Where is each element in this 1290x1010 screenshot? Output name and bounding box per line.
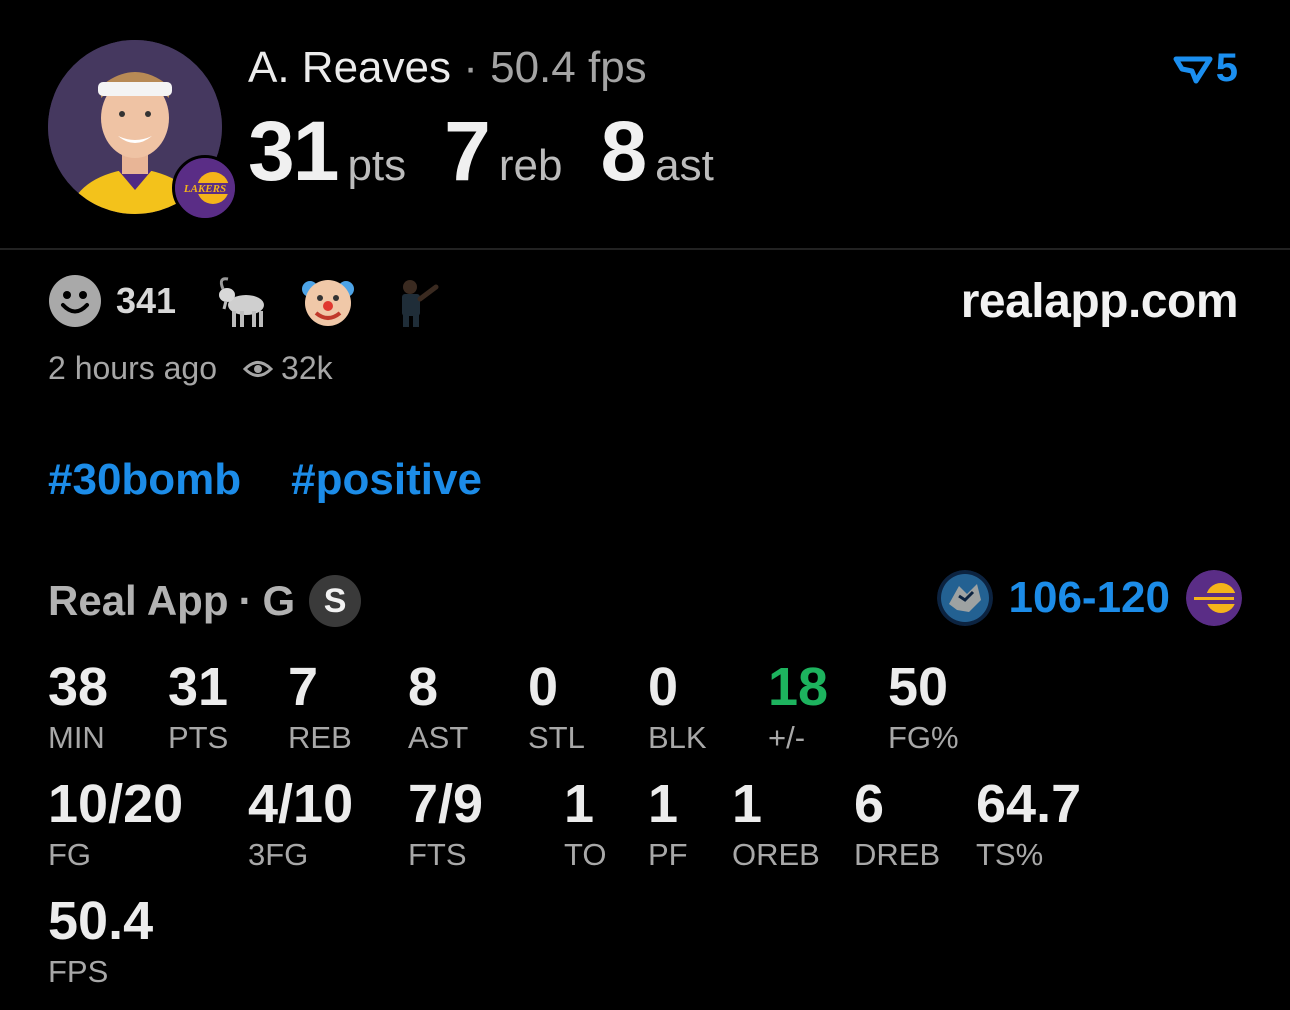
hashtag-list: #30bomb #positive — [48, 455, 532, 505]
assists-value: 8 — [600, 104, 647, 198]
stat-value: 6 — [854, 774, 885, 834]
stat-value: 7 — [288, 657, 319, 717]
site-watermark: realapp.com — [960, 275, 1239, 328]
stat-fg-pct: 50 FG% — [888, 658, 959, 756]
player-position: G — [262, 577, 296, 624]
stat-value: 0 — [528, 657, 559, 717]
stat-value: 38 — [48, 657, 109, 717]
header-divider — [0, 248, 1290, 250]
stat-stl: 0 STL — [528, 658, 585, 756]
clown-face-icon — [302, 280, 355, 326]
stat-value: 50 — [888, 657, 949, 717]
stat-ts-pct: 64.7 TS% — [976, 775, 1081, 873]
stat-ast: 8 AST — [408, 658, 468, 756]
stat-value: 1 — [564, 774, 595, 834]
stat-value: 8 — [408, 657, 439, 717]
stat-label: FG — [48, 837, 92, 872]
stat-value: 1 — [732, 774, 763, 834]
points-value: 31 — [248, 104, 339, 198]
stat-value: 64.7 — [976, 774, 1082, 834]
upvote-flag-icon — [1173, 56, 1213, 83]
player-name-line[interactable]: A. Reaves · 50.4 fps — [248, 42, 647, 94]
lakers-logo-text: LAKERS — [183, 183, 226, 195]
stat-label: OREB — [732, 837, 820, 872]
stat-label: PF — [648, 837, 688, 872]
final-score: 106-120 — [1009, 573, 1171, 623]
view-count: 32k — [281, 350, 333, 386]
stat-oreb: 1 OREB — [732, 775, 820, 873]
stat-value: 50.4 — [48, 891, 154, 951]
clown-emoji[interactable] — [298, 274, 358, 328]
stat-value: 31 — [168, 657, 229, 717]
stat-3fg: 4/10 3FG — [248, 775, 353, 873]
stat-value: 7/9 — [408, 774, 484, 834]
goat-icon — [219, 277, 265, 327]
stat-min: 38 MIN — [48, 658, 108, 756]
vote-count: 5 — [1215, 46, 1238, 90]
stat-reb: 7 REB — [288, 658, 352, 756]
stat-pf: 1 PF — [648, 775, 688, 873]
starter-badge: S — [309, 575, 362, 627]
points-unit: pts — [347, 141, 407, 190]
vote-button[interactable]: 5 — [1172, 46, 1238, 91]
stat-label: +/- — [768, 720, 806, 755]
hashtag-link[interactable]: #positive — [291, 455, 482, 505]
stat-label: REB — [288, 720, 352, 755]
stat-label: MIN — [48, 720, 105, 755]
stat-value: 4/10 — [248, 774, 354, 834]
stat-blk: 0 BLK — [648, 658, 707, 756]
game-source-line: Real App · G S — [48, 575, 362, 627]
stat-label: TS% — [976, 837, 1044, 872]
stat-label: AST — [408, 720, 469, 755]
stat-dreb: 6 DREB — [854, 775, 940, 873]
stat-label: STL — [528, 720, 585, 755]
score-dash: - — [1081, 573, 1097, 622]
stat-fg: 10/20 FG — [48, 775, 183, 873]
smiley-reaction-icon[interactable] — [48, 274, 102, 328]
rebounds-value: 7 — [444, 104, 491, 198]
hashtag-link[interactable]: #30bomb — [48, 455, 241, 505]
game-score[interactable]: 106-120 — [936, 570, 1242, 626]
eye-icon — [243, 360, 274, 377]
post-meta: 2 hours ago 32k — [48, 350, 333, 387]
stat-label: TO — [564, 837, 607, 872]
stat-label: FTS — [408, 837, 467, 872]
reactions-bar: 341 — [48, 274, 470, 328]
stat-label: 3FG — [248, 837, 309, 872]
home-score: 120 — [1096, 573, 1170, 622]
stat-plus-minus: 18 +/- — [768, 658, 828, 756]
player-celebration-sticker — [402, 280, 439, 327]
stat-label: FPS — [48, 954, 109, 989]
away-score: 106 — [1008, 573, 1082, 622]
stat-value: 18 — [768, 657, 829, 717]
assists-unit: ast — [655, 141, 714, 190]
player-sticker[interactable] — [384, 274, 444, 328]
stat-label: DREB — [854, 837, 941, 872]
goat-emoji[interactable] — [212, 274, 272, 328]
stat-label: FG% — [888, 720, 959, 755]
stat-value: 10/20 — [48, 774, 184, 834]
name-separator: · — [463, 43, 478, 92]
lakers-logo-badge: LAKERS — [172, 155, 238, 221]
stat-fts: 7/9 FTS — [408, 775, 483, 873]
fps-summary: 50.4 fps — [490, 43, 647, 92]
stat-value: 1 — [648, 774, 679, 834]
stat-pts: 31 PTS — [168, 658, 228, 756]
lakers-logo — [1186, 570, 1242, 626]
source-name[interactable]: Real App — [48, 577, 228, 625]
player-name[interactable]: A. Reaves — [248, 43, 451, 92]
reaction-count[interactable]: 341 — [116, 280, 176, 322]
rebounds-unit: reb — [498, 141, 563, 190]
stat-value: 0 — [648, 657, 679, 717]
stat-fps: 50.4 FPS — [48, 892, 153, 990]
stat-label: BLK — [648, 720, 707, 755]
post-time: 2 hours ago — [48, 350, 218, 386]
stat-label: PTS — [168, 720, 229, 755]
source-separator: · — [238, 577, 253, 624]
timberwolves-logo — [936, 570, 993, 626]
headline-stats: 31 pts 7 reb 8 ast — [248, 106, 752, 196]
stat-to: 1 TO — [564, 775, 607, 873]
